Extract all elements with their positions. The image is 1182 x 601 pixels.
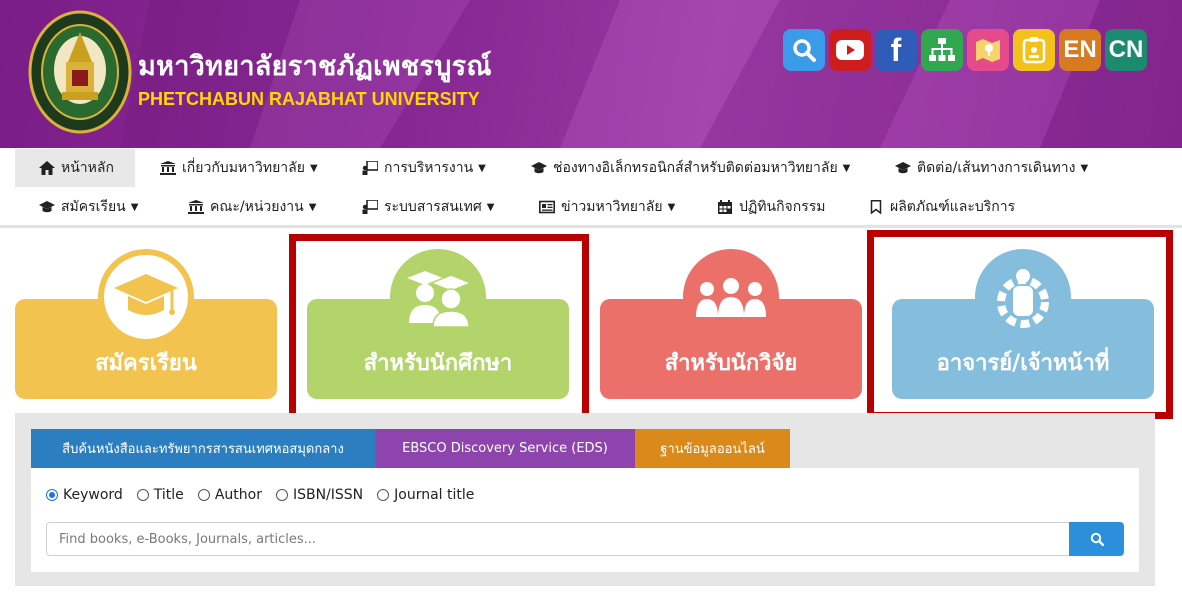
radio-indicator[interactable] xyxy=(46,489,58,501)
nav-item-university-news[interactable]: ข่าวมหาวิทยาลัย ▼ xyxy=(539,188,675,226)
sitemap-icon[interactable] xyxy=(921,29,963,71)
nav-item-apply[interactable]: สมัครเรียน ▼ xyxy=(39,188,138,226)
chevron-down-icon: ▼ xyxy=(308,201,317,213)
radio-indicator[interactable] xyxy=(377,489,390,501)
nav-item-home[interactable]: หน้าหลัก xyxy=(15,149,135,187)
nav-item-faculties[interactable]: คณะ/หน่วยงาน ▼ xyxy=(188,188,316,226)
calendar-icon xyxy=(718,200,732,214)
library-search-button[interactable] xyxy=(1069,522,1124,556)
nav-item-label: การบริหารงาน xyxy=(384,160,474,176)
home-icon xyxy=(39,161,55,175)
tab-online-databases[interactable]: ฐานข้อมูลออนไลน์ xyxy=(635,429,790,468)
nav-item-label: ข่าวมหาวิทยาลัย xyxy=(561,199,663,215)
nav-item-information-systems[interactable]: ระบบสารสนเทศ ▼ xyxy=(362,188,494,226)
chevron-down-icon: ▼ xyxy=(1080,162,1089,174)
search-icon[interactable] xyxy=(783,29,825,71)
nav-item-label: ปฏิทินกิจกรรม xyxy=(739,199,826,215)
radio-title[interactable]: Title xyxy=(136,487,184,503)
radio-label: Journal title xyxy=(394,487,475,503)
card-apply-label: สมัครเรียน xyxy=(95,351,197,376)
nav-item-products-services[interactable]: ผลิตภัณฑ์และบริการ xyxy=(868,188,1015,226)
chevron-down-icon: ▼ xyxy=(667,201,676,213)
card-apply-circle[interactable] xyxy=(98,249,194,345)
radio-keyword[interactable]: Keyword xyxy=(46,487,123,503)
chinese-language-button[interactable]: CN xyxy=(1105,29,1147,71)
chevron-down-icon: ▼ xyxy=(309,162,318,174)
chalkboard-icon xyxy=(362,200,378,214)
university-name-thai: มหาวิทยาลัยราชภัฏเพชรบูรณ์ xyxy=(138,51,492,82)
header-quick-links: f EN CN xyxy=(783,29,1147,71)
university-name-english: PHETCHABUN RAJABHAT UNIVERSITY xyxy=(138,89,480,109)
site-header: มหาวิทยาลัยราชภัฏเพชรบูรณ์ PHETCHABUN RA… xyxy=(0,0,1182,148)
chevron-down-icon: ▼ xyxy=(486,201,495,213)
radio-label: Author xyxy=(214,487,262,503)
library-search-input[interactable] xyxy=(46,522,1070,556)
chalkboard-icon xyxy=(362,161,378,175)
university-icon xyxy=(160,161,176,175)
radio-indicator[interactable] xyxy=(197,489,210,501)
researchers-icon xyxy=(696,278,766,317)
nav-item-label: หน้าหลัก xyxy=(61,160,114,176)
radio-label: Keyword xyxy=(63,487,123,503)
english-language-button[interactable]: EN xyxy=(1059,29,1101,71)
nav-item-label: เกี่ยวกับมหาวิทยาลัย xyxy=(182,160,305,176)
tab-ebsco-eds[interactable]: EBSCO Discovery Service (EDS) xyxy=(375,429,635,468)
radio-journal-title[interactable]: Journal title xyxy=(377,487,474,503)
card-researchers-label: สำหรับนักวิจัย xyxy=(664,351,798,376)
newspaper-icon xyxy=(539,200,555,214)
radio-isbn-issn[interactable]: ISBN/ISSN xyxy=(275,487,364,503)
main-navigation: หน้าหลัก เกี่ยวกับมหาวิทยาลัย ▼ การบริหาร… xyxy=(0,148,1182,228)
nav-item-label: ติดต่อ/เส้นทางการเดินทาง xyxy=(917,160,1076,176)
university-logo[interactable] xyxy=(28,10,132,134)
graduation-cap-icon xyxy=(531,162,547,174)
nav-item-activity-calendar[interactable]: ปฏิทินกิจกรรม xyxy=(717,188,826,226)
nav-item-label: คณะ/หน่วยงาน xyxy=(210,199,304,215)
search-type-options: Keyword Title Author ISBN/ISSN Journal t… xyxy=(46,487,474,503)
chevron-down-icon: ▼ xyxy=(130,201,139,213)
bookmark-icon xyxy=(870,200,882,214)
search-icon xyxy=(1090,532,1104,546)
search-panel xyxy=(31,468,1139,572)
map-icon[interactable] xyxy=(967,29,1009,71)
nav-item-electronic-contact[interactable]: ช่องทางอิเล็กทรอนิกส์สำหรับติดต่อมหาวิทย… xyxy=(531,149,850,187)
graduation-cap-icon xyxy=(895,162,911,174)
card-researchers-circle[interactable] xyxy=(683,249,779,345)
highlight-box-students xyxy=(289,234,589,420)
graduation-cap-icon xyxy=(114,274,178,315)
radio-indicator[interactable] xyxy=(136,489,149,501)
nav-item-administration[interactable]: การบริหารงาน ▼ xyxy=(362,149,486,187)
nav-item-label: ผลิตภัณฑ์และบริการ xyxy=(890,199,1016,215)
radio-label: ISBN/ISSN xyxy=(292,487,364,503)
calendar-badge-icon[interactable] xyxy=(1013,29,1055,71)
nav-item-about[interactable]: เกี่ยวกับมหาวิทยาลัย ▼ xyxy=(160,149,318,187)
university-icon xyxy=(188,200,204,214)
graduation-cap-icon xyxy=(39,201,55,213)
chevron-down-icon: ▼ xyxy=(478,162,486,174)
radio-indicator[interactable] xyxy=(275,489,288,501)
nav-item-contact-directions[interactable]: ติดต่อ/เส้นทางการเดินทาง ▼ xyxy=(895,149,1088,187)
nav-item-label: ช่องทางอิเล็กทรอนิกส์สำหรับติดต่อมหาวิทย… xyxy=(553,160,838,176)
nav-item-label: ระบบสารสนเทศ xyxy=(384,199,482,215)
nav-item-label: สมัครเรียน xyxy=(61,199,126,215)
facebook-icon[interactable]: f xyxy=(875,29,917,71)
radio-author[interactable]: Author xyxy=(197,487,262,503)
tab-library-catalog[interactable]: สืบค้นหนังสือและทรัพยากรสารสนเทศหอสมุดกล… xyxy=(31,429,375,468)
radio-label: Title xyxy=(153,487,184,503)
highlight-box-staff xyxy=(867,230,1173,419)
youtube-icon[interactable] xyxy=(829,29,871,71)
chevron-down-icon: ▼ xyxy=(842,162,851,174)
